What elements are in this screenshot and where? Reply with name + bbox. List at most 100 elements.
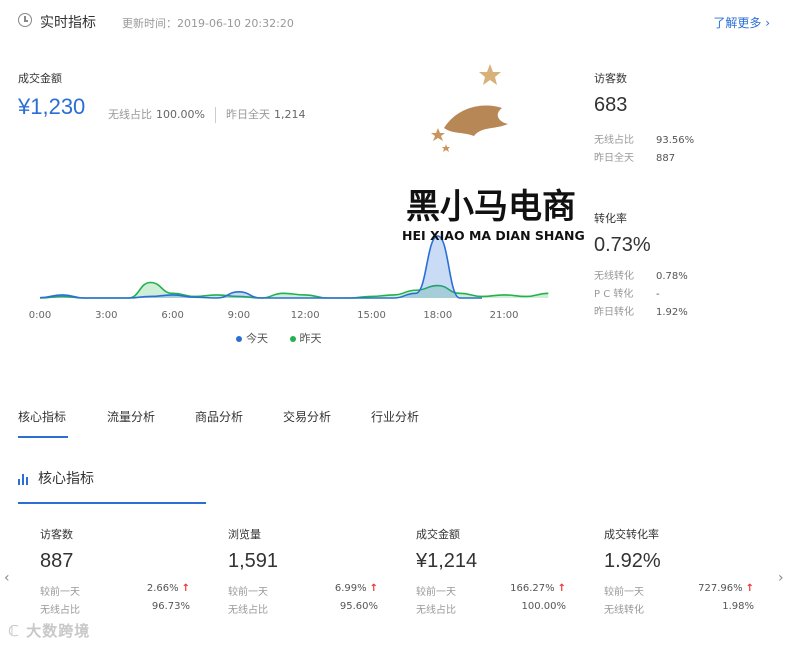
row-value: 93.56% [656, 135, 695, 146]
x-tick-label: 3:00 [95, 310, 117, 321]
metric-compare-row: 较前一天 727.96% ↑ [604, 583, 754, 598]
row-label: 无线转化 [594, 271, 634, 282]
section-underline [18, 502, 206, 504]
gmv-yesterday-label: 昨日全天 [225, 108, 270, 121]
visitors-row: 无线占比 93.56% [594, 131, 784, 146]
brand-logo: 黑小马电商 HEI XIAO MA DIAN SHANG [402, 64, 585, 243]
sub-value: 95.60% [339, 601, 378, 612]
sub-value: 96.73% [151, 601, 190, 612]
legend-yesterday-label: 昨天 [299, 332, 322, 345]
chart-legend: 今天 昨天 [236, 330, 340, 346]
compare-number: 727.96% [698, 583, 743, 594]
compare-value: 727.96% ↑ [698, 583, 754, 594]
metric-label: 成交转化率 [604, 528, 659, 541]
compare-label: 较前一天 [416, 587, 456, 598]
x-tick-label: 12:00 [291, 310, 320, 321]
metric-compare-row: 较前一天 6.99% ↑ [228, 583, 378, 598]
compare-value: 166.27% ↑ [510, 583, 566, 594]
arrow-up-icon: ↑ [557, 583, 566, 594]
gmv-wireless-value: 100.00% [156, 108, 205, 121]
visitors-row: 昨日全天 887 [594, 149, 784, 164]
gmv-label: 成交金额 [18, 72, 62, 85]
section-title-text: 核心指标 [38, 471, 94, 487]
legend-yesterday[interactable]: 昨天 [289, 330, 322, 346]
conversion-value: 0.73% [594, 234, 651, 256]
conversion-label: 转化率 [594, 212, 627, 225]
compare-label: 较前一天 [604, 587, 644, 598]
row-value: 1.92% [656, 307, 688, 318]
tab-products[interactable]: 商品分析 [195, 408, 243, 425]
metric-card: 浏览量 1,591 较前一天 6.99% ↑ 无线占比 95.60% [228, 526, 378, 616]
metric-card: 成交转化率 1.92% 较前一天 727.96% ↑ 无线转化 1.98% [604, 526, 754, 616]
arrow-up-icon: ↑ [745, 583, 754, 594]
legend-today-label: 今天 [246, 332, 268, 345]
header: 实时指标 更新时间：2019-06-10 20:32:20 了解更多 › [18, 10, 778, 36]
metric-compare-row: 较前一天 166.27% ↑ [416, 583, 566, 598]
conversion-row: 昨日转化 1.92% [594, 303, 784, 318]
carousel-next-button[interactable]: › [778, 570, 784, 586]
row-label: 昨日全天 [594, 153, 634, 164]
page-title: 实时指标 [40, 15, 96, 31]
divider [214, 107, 216, 123]
visitors-value: 683 [594, 94, 628, 116]
compare-label: 较前一天 [40, 587, 80, 598]
bar-chart-icon [18, 473, 30, 485]
tab-transactions[interactable]: 交易分析 [283, 408, 331, 425]
gmv-yesterday-value: 1,214 [273, 108, 306, 121]
metric-label: 访客数 [40, 528, 73, 541]
brand-name-en: HEI XIAO MA DIAN SHANG [402, 228, 585, 243]
tab-core-metrics[interactable]: 核心指标 [18, 408, 66, 425]
arrow-up-icon: ↑ [369, 583, 378, 594]
gmv-value: ¥1,230 [18, 94, 86, 119]
conversion-row: 无线转化 0.78% [594, 267, 784, 282]
carousel-prev-button[interactable]: ‹ [4, 570, 10, 586]
metric-label: 成交金额 [416, 528, 460, 541]
sub-label: 无线占比 [416, 605, 456, 616]
metric-card: 访客数 887 较前一天 2.66% ↑ 无线占比 96.73% [40, 526, 190, 616]
legend-today[interactable]: 今天 [236, 330, 268, 346]
compare-value: 2.66% ↑ [147, 583, 190, 594]
metric-card: 成交金额 ¥1,214 较前一天 166.27% ↑ 无线占比 100.00% [416, 526, 567, 616]
compare-number: 6.99% [334, 583, 367, 594]
section-title: 核心指标 [18, 468, 94, 488]
x-tick-label: 21:00 [490, 310, 519, 321]
clock-icon [18, 13, 32, 27]
sub-label: 无线占比 [40, 605, 80, 616]
compare-number: 166.27% [510, 583, 555, 594]
x-tick-label: 6:00 [161, 310, 183, 321]
compare-label: 较前一天 [228, 587, 268, 598]
metric-sub-row: 无线转化 1.98% [604, 601, 754, 616]
x-tick-label: 15:00 [357, 310, 386, 321]
metric-value: ¥1,214 [416, 550, 478, 572]
metric-sub-row: 无线占比 95.60% [228, 601, 378, 616]
gmv-wireless-label: 无线占比 [108, 108, 152, 121]
x-tick-label: 18:00 [423, 310, 452, 321]
conversion-panel: 转化率 0.73% 无线转化 0.78% P C 转化 - 昨日转化 1.92% [594, 210, 784, 318]
sub-label: 无线占比 [228, 605, 268, 616]
learn-more-link[interactable]: 了解更多 › [713, 14, 770, 31]
metric-label: 浏览量 [228, 528, 261, 541]
sub-value: 100.00% [521, 601, 567, 612]
metric-sub-row: 无线占比 100.00% [416, 601, 567, 616]
sub-label: 无线转化 [604, 605, 644, 616]
tab-traffic[interactable]: 流量分析 [107, 408, 155, 425]
row-label: 无线占比 [594, 135, 634, 146]
metric-value: 887 [40, 550, 74, 572]
analysis-tabs: 核心指标 流量分析 商品分析 交易分析 行业分析 [18, 406, 778, 440]
core-metrics: 访客数 887 较前一天 2.66% ↑ 无线占比 96.73% 浏览量 1,591 … [0, 526, 788, 636]
watermark: ℂ 大数跨境 [8, 622, 91, 640]
arrow-up-icon: ↑ [181, 583, 190, 594]
row-label: P C 转化 [594, 289, 634, 300]
tab-industry[interactable]: 行业分析 [371, 408, 419, 425]
sub-value: 1.98% [722, 601, 754, 612]
metric-sub-row: 无线占比 96.73% [40, 601, 190, 616]
brand-name: 黑小马电商 [406, 187, 576, 227]
row-value: - [656, 289, 660, 300]
conversion-row: P C 转化 - [594, 285, 784, 300]
metric-compare-row: 较前一天 2.66% ↑ [40, 583, 190, 598]
gmv-meta: 无线占比 100.00% 昨日全天 1,214 [108, 106, 305, 123]
active-tab-indicator [18, 436, 68, 438]
metric-value: 1.92% [604, 550, 661, 572]
x-tick-label: 9:00 [228, 310, 250, 321]
x-tick-label: 0:00 [29, 310, 51, 321]
